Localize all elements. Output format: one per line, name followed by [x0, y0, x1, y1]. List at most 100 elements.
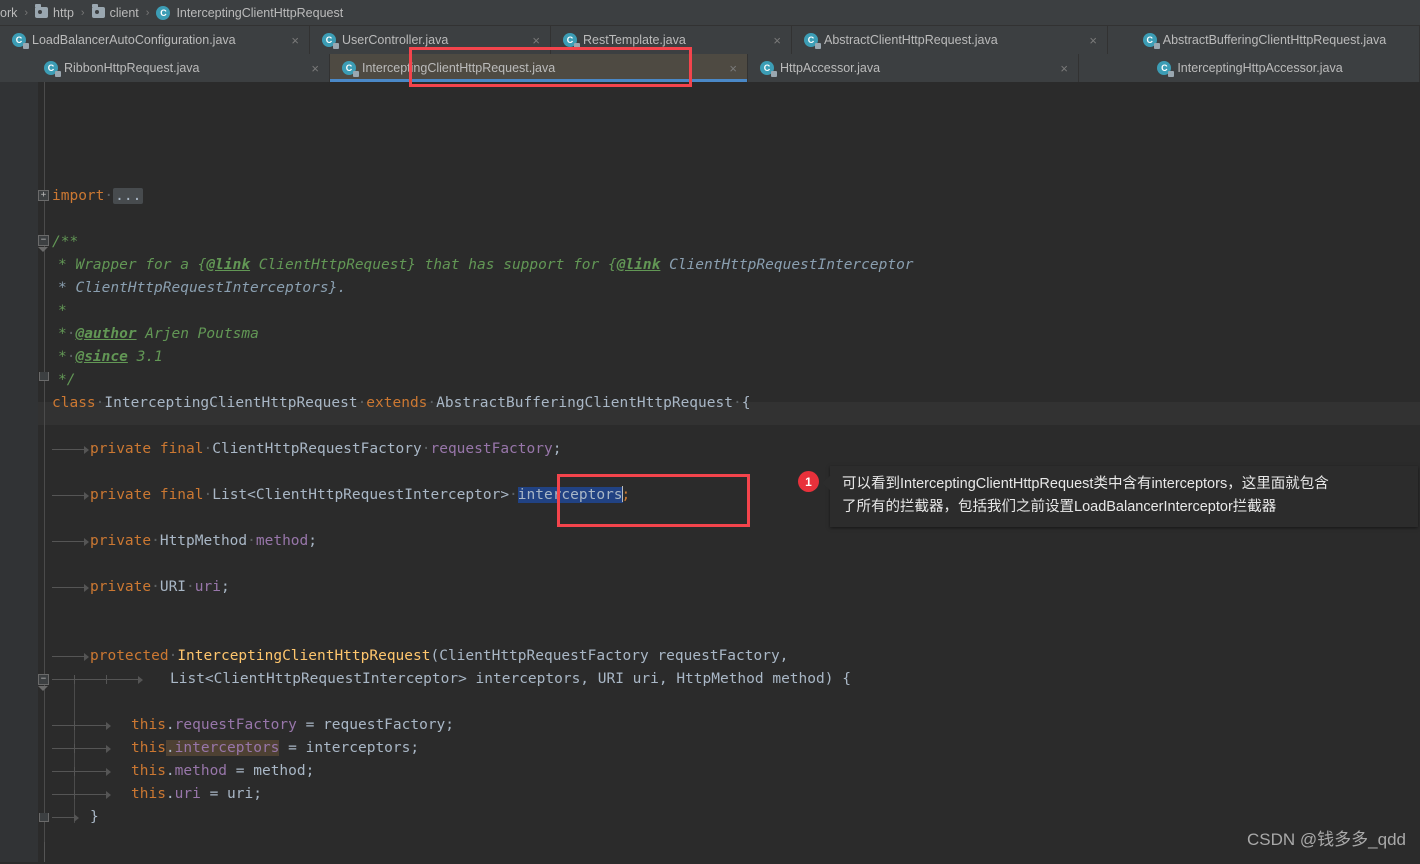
semicolon: ;	[552, 441, 562, 457]
tab-label: InterceptingHttpAccessor.java	[1177, 61, 1343, 75]
code-editor[interactable]: + − − +	[0, 82, 1420, 862]
tab-close-icon[interactable]: ×	[773, 34, 781, 47]
breadcrumb-separator: ›	[145, 6, 150, 19]
keyword-import: import	[52, 188, 105, 204]
javadoc-text: *	[58, 303, 67, 319]
dot-operator: .	[165, 740, 175, 756]
javadoc-open: /**	[52, 234, 79, 250]
collapsed-imports[interactable]: ...	[113, 188, 144, 204]
editor-tab-bar: C LoadBalancerAutoConfiguration.java × C…	[0, 26, 1420, 82]
tab-close-icon[interactable]: ×	[291, 34, 299, 47]
semicolon: ;	[308, 533, 318, 549]
tab-label: AbstractBufferingClientHttpRequest.java	[1162, 33, 1387, 47]
javadoc-since-value: 3.1	[127, 349, 163, 365]
code-line-javadoc-1: * Wrapper for a {@link ClientHttpRequest…	[58, 254, 914, 277]
tab-close-icon[interactable]: ×	[1089, 34, 1097, 47]
field-type: List<ClientHttpRequestInterceptor>	[212, 487, 510, 503]
java-class-icon: C	[342, 61, 359, 77]
javadoc-reference: * ClientHttpRequestInterceptors}.	[58, 280, 347, 296]
code-line-field-uri: private·URI·uri;	[90, 579, 230, 595]
semicolon: ;	[220, 579, 230, 595]
javadoc-text: ClientHttpRequest} that has support for …	[250, 257, 617, 273]
tab-abstractbufferingclienthttprequest[interactable]: C AbstractBufferingClientHttpRequest.jav…	[1108, 26, 1420, 54]
code-line-javadoc-close: */	[58, 369, 75, 392]
tab-usercontroller[interactable]: C UserController.java ×	[310, 26, 551, 54]
field-modifiers: private final	[90, 487, 204, 503]
code-line-class-declaration: class·InterceptingClientHttpRequest·exte…	[52, 395, 751, 411]
field-modifiers: private final	[90, 441, 204, 457]
folder-icon	[35, 4, 49, 18]
javadoc-reference: ClientHttpRequestInterceptor	[660, 257, 914, 273]
assignment-rhs: = interceptors;	[279, 740, 420, 756]
tab-close-icon[interactable]: ×	[729, 62, 737, 75]
javadoc-link-tag[interactable]: @link	[206, 257, 250, 273]
keyword-this: this	[131, 786, 166, 802]
java-class-icon: C	[322, 33, 339, 49]
breadcrumb-item-root[interactable]: ork	[0, 6, 17, 20]
javadoc-link-tag[interactable]: @link	[617, 257, 661, 273]
field-type: ClientHttpRequestFactory	[212, 441, 422, 457]
javadoc-close: */	[58, 372, 76, 388]
tab-label: RibbonHttpRequest.java	[64, 61, 200, 75]
keyword-this: this	[131, 740, 166, 756]
tab-label: RestTemplate.java	[583, 33, 686, 47]
tab-ribbonhttprequest[interactable]: C RibbonHttpRequest.java ×	[0, 54, 330, 82]
breadcrumb-client-label: client	[109, 5, 139, 20]
java-class-icon: C	[1142, 33, 1160, 49]
field-reference: uri	[174, 786, 201, 802]
selected-field-name[interactable]: interceptors	[517, 487, 623, 503]
breadcrumb-root-label: ork	[0, 5, 18, 20]
tab-close-icon[interactable]: ×	[311, 62, 319, 75]
java-class-icon: C	[1157, 61, 1175, 77]
field-name: uri	[194, 579, 221, 595]
keyword-this: this	[131, 717, 166, 733]
field-modifiers: private	[90, 579, 152, 595]
dot-operator: .	[165, 717, 175, 733]
code-line-javadoc-since: *·@since 3.1	[58, 349, 163, 365]
dot-operator: .	[165, 786, 175, 802]
code-line-constructor-close: }	[90, 806, 99, 829]
tab-label: HttpAccessor.java	[780, 61, 881, 75]
breadcrumb-item-client[interactable]: client	[91, 4, 139, 20]
tab-loadbalancerautoconfiguration[interactable]: C LoadBalancerAutoConfiguration.java ×	[0, 26, 310, 54]
tab-label: AbstractClientHttpRequest.java	[824, 33, 998, 47]
tab-httpaccessor[interactable]: C HttpAccessor.java ×	[748, 54, 1079, 82]
watermark: CSDN @钱多多_qdd	[1247, 830, 1406, 849]
tab-close-icon[interactable]: ×	[1060, 62, 1068, 75]
tab-abstractclienthttprequest[interactable]: C AbstractClientHttpRequest.java ×	[792, 26, 1108, 54]
field-type: HttpMethod	[159, 533, 248, 549]
tab-label: InterceptingClientHttpRequest.java	[362, 61, 556, 75]
tab-interceptingclienthttprequest[interactable]: C InterceptingClientHttpRequest.java ×	[330, 54, 748, 82]
constructor-modifier: protected	[90, 648, 169, 664]
assignment-rhs: = uri;	[200, 786, 262, 802]
tab-close-icon[interactable]: ×	[532, 34, 540, 47]
constructor-name: InterceptingClientHttpRequest	[177, 648, 431, 664]
field-type: URI	[159, 579, 187, 595]
code-line-import: import·...	[52, 188, 144, 204]
tab-resttemplate[interactable]: C RestTemplate.java ×	[551, 26, 792, 54]
tab-row-1: C LoadBalancerAutoConfiguration.java × C…	[0, 26, 1420, 54]
superclass-name: AbstractBufferingClientHttpRequest	[436, 395, 733, 411]
tab-interceptinghttpaccessor[interactable]: C InterceptingHttpAccessor.java	[1079, 54, 1420, 82]
code-line-assign-requestfactory: this.requestFactory = requestFactory;	[131, 714, 454, 737]
java-class-icon: C	[804, 33, 821, 49]
javadoc-text: * Wrapper for a {	[58, 257, 207, 273]
java-class-icon: C	[760, 61, 777, 77]
class-icon: C	[156, 5, 171, 20]
constructor-params-line2: List<ClientHttpRequestInterceptor> inter…	[170, 671, 851, 687]
tab-label: UserController.java	[342, 33, 449, 47]
keyword-extends: extends	[366, 395, 428, 411]
breadcrumb: ork › http › client › C InterceptingClie…	[0, 0, 1420, 26]
breadcrumb-item-http[interactable]: http	[35, 4, 74, 20]
highlighted-field-reference: interceptors	[174, 740, 280, 756]
code-line-assign-interceptors: this.interceptors = interceptors;	[131, 737, 419, 760]
java-class-icon: C	[12, 33, 29, 49]
folder-icon	[91, 4, 105, 18]
annotation-callout: 可以看到InterceptingClientHttpRequest类中含有int…	[822, 466, 1418, 527]
annotation-text-line1: 可以看到InterceptingClientHttpRequest类中含有int…	[842, 476, 1329, 492]
keyword-this: this	[131, 763, 166, 779]
breadcrumb-item-class[interactable]: C InterceptingClientHttpRequest	[156, 5, 343, 20]
code-line-javadoc-author: *·@author Arjen Poutsma	[58, 326, 259, 342]
javadoc-star: *	[58, 326, 67, 342]
breadcrumb-http-label: http	[53, 5, 74, 20]
